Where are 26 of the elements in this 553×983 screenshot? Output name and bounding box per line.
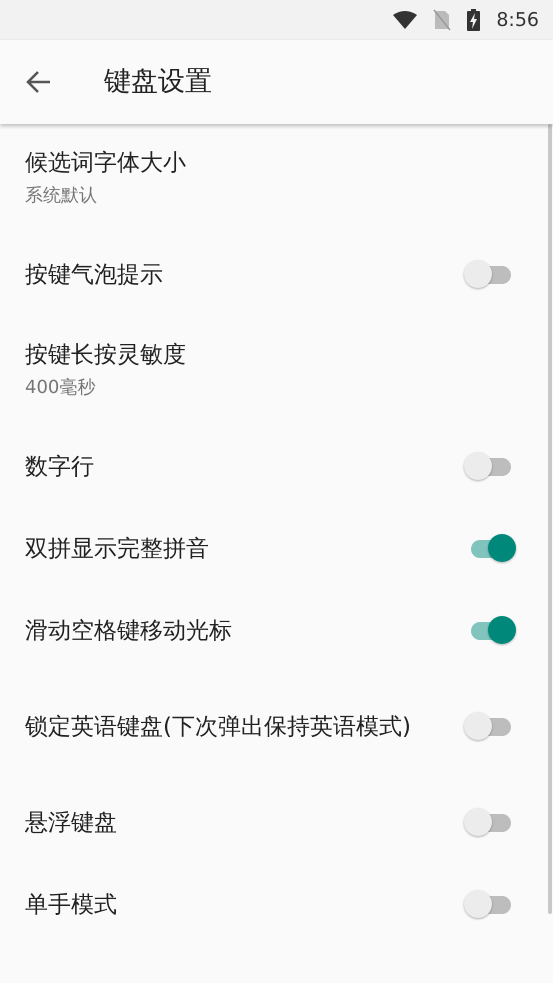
status-time: 8:56	[496, 8, 539, 33]
page-title: 键盘设置	[104, 64, 212, 99]
setting-value: 系统默认	[25, 184, 98, 208]
setting-title: 单手模式	[25, 890, 118, 920]
settings-item[interactable]: 单手模式	[0, 864, 553, 946]
settings-item[interactable]: 悬浮键盘	[0, 782, 553, 864]
setting-title: 锁定英语键盘(下次弹出保持英语模式)	[25, 712, 412, 742]
setting-title: 滑动空格键移动光标	[25, 616, 233, 646]
settings-item[interactable]: 候选词字体大小 系统默认	[0, 124, 553, 234]
setting-title: 按键长按灵敏度	[25, 341, 187, 370]
settings-item[interactable]: 按键长按灵敏度 400毫秒	[0, 316, 553, 426]
settings-item[interactable]: 按键气泡提示	[0, 234, 553, 316]
back-arrow-icon	[26, 70, 52, 94]
no-sim-icon	[433, 9, 452, 31]
wifi-icon	[393, 11, 418, 29]
setting-title: 候选词字体大小	[25, 149, 187, 178]
setting-title: 悬浮键盘	[25, 808, 118, 838]
setting-title: 数字行	[25, 452, 95, 482]
settings-item[interactable]: 锁定英语键盘(下次弹出保持英语模式)	[0, 672, 553, 782]
settings-item[interactable]: 双拼显示完整拼音	[0, 508, 553, 590]
battery-charging-icon	[467, 9, 480, 31]
setting-title: 按键气泡提示	[25, 260, 164, 290]
setting-title: 双拼显示完整拼音	[25, 534, 210, 564]
setting-value: 400毫秒	[25, 376, 96, 400]
settings-item[interactable]: 数字行	[0, 426, 553, 508]
settings-item[interactable]: 滑动空格键移动光标	[0, 590, 553, 672]
